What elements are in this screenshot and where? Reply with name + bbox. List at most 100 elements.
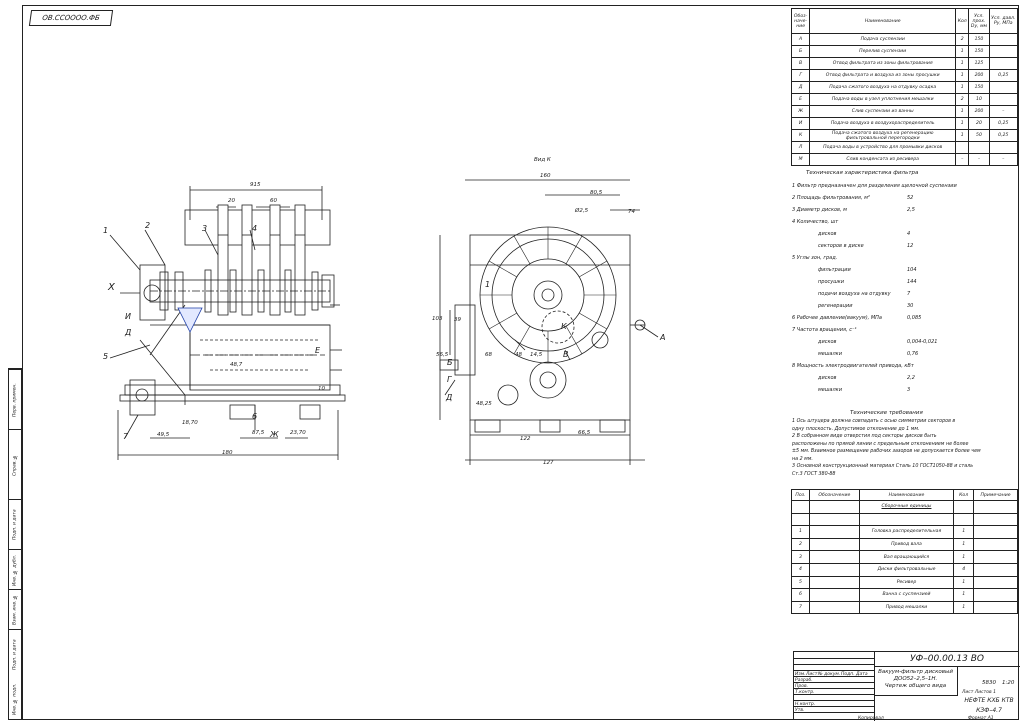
table-cell: А: [790, 33, 811, 46]
table-row: А Подача суспензии 2 150: [790, 33, 1019, 46]
table-row: 3 Вал вращающийся 1: [791, 550, 1018, 564]
column-header: Кол: [953, 489, 975, 501]
table-cell: Отвод фильтрата из зоны фильтрования: [809, 57, 957, 70]
table-row: Сборочные единицы: [791, 500, 1018, 514]
table-cell: Слив конденсата из ресивера: [809, 153, 957, 166]
characteristic-value: 12: [907, 243, 914, 249]
characteristic-label: фильтрации: [818, 267, 851, 273]
table-cell: Подача воздуха в воздухораспределитель: [809, 117, 957, 130]
table-row: Е Подача воды в узел уплотнения мешалки 2 1…: [790, 93, 1019, 106]
table-row: И Подача воздуха в воздухораспределитель 1…: [790, 117, 1019, 130]
table-cell: –: [955, 153, 970, 166]
requirement-line: на 2 мм.: [792, 456, 813, 462]
port-label: Г: [447, 375, 452, 384]
tb-label: Утв.: [795, 708, 805, 713]
dimension-text: Ø2,5: [575, 208, 589, 214]
table-cell: [988, 33, 1019, 46]
table-cell: Л: [790, 141, 811, 154]
top-left-stamp: ОВ.ССОООО.ФБ: [28, 10, 114, 26]
table-cell: 10: [968, 93, 990, 106]
sidebar-cell: Подп. и дата: [9, 629, 21, 680]
tb-label: Пров.: [795, 684, 809, 689]
position-label: 2: [145, 221, 151, 230]
port-label: И: [125, 312, 131, 321]
table-cell: М: [790, 153, 811, 166]
mass-value: 5830: [982, 680, 996, 686]
table-cell: Ж: [790, 105, 811, 118]
port-label: К: [561, 322, 567, 331]
table-cell: [791, 500, 810, 514]
position-label: 5: [103, 352, 109, 361]
characteristic-label: 7 Частота вращения, с⁻¹: [792, 327, 857, 333]
sheet-info: Лист Листов 1: [962, 690, 996, 695]
view-arrow-label: X: [108, 282, 115, 293]
table-cell: 20: [968, 117, 990, 130]
position-label: 3: [202, 224, 208, 233]
side-view-drawing: [439, 179, 659, 465]
table-cell: 2: [955, 93, 970, 106]
table-cell: 0,25: [988, 69, 1019, 82]
table-row: 7 Привод мешалки 1: [791, 600, 1018, 615]
table-cell: 4: [953, 562, 975, 577]
tb-label: Дата: [856, 672, 868, 677]
table-cell: [808, 575, 860, 590]
table-cell: [988, 93, 1019, 106]
characteristic-label: 6 Рабочее давление(вакуум), МПа: [792, 315, 882, 321]
table-row: 1 Головка распределительная 1: [791, 525, 1018, 539]
table-cell: 0,25: [988, 129, 1019, 142]
table-cell: 1: [955, 81, 970, 94]
characteristic-label: дисков: [818, 375, 837, 381]
table-cell: И: [790, 117, 811, 130]
sidebar-cell: Инв. № дубл.: [9, 549, 21, 590]
table-cell: [973, 525, 1018, 539]
tb-label: Н.контр.: [795, 702, 816, 707]
dimension-text: 160: [540, 173, 551, 179]
table-cell: [973, 562, 1018, 577]
copied-by: Копировал: [858, 716, 884, 721]
characteristic-label: 2 Площадь фильтрования, м²: [792, 195, 870, 201]
characteristic-value: 4: [907, 231, 911, 237]
characteristic-label: дисков: [818, 231, 837, 237]
column-header: Обоз-наче-ние: [790, 8, 811, 34]
requirement-line: 3 Основной конструкционный материал Стал…: [792, 464, 974, 469]
sidebar-cell: Инв. № подл.: [12, 683, 18, 715]
parts-table: Поз. Обозначение Наименование Кол Примеч…: [791, 489, 1018, 615]
characteristic-value: 30: [907, 303, 914, 309]
table-cell: 1: [955, 69, 970, 82]
characteristic-value: 0,76: [907, 351, 919, 357]
port-label: Д: [125, 328, 132, 337]
table-cell: 150: [968, 33, 990, 46]
characteristic-label: мешалки: [818, 351, 842, 357]
sidebar-cell: Взам. инв. №: [9, 589, 21, 630]
column-header: Наименование: [809, 8, 957, 34]
column-header: Поз.: [791, 489, 810, 501]
scale-value: 1:20: [1002, 680, 1015, 686]
column-header: Примечание: [973, 489, 1018, 501]
table-header-row: Поз. Обозначение Наименование Кол Примеч…: [791, 489, 1018, 501]
table-cell: 7: [791, 600, 810, 615]
dimension-text: 39: [454, 317, 461, 323]
table-cell: 1: [955, 105, 970, 118]
position-label: 6: [252, 412, 258, 421]
technical-requirements: 1 Ось штуцера должна совпадать с осью си…: [792, 418, 1012, 478]
characteristic-value: 3: [907, 387, 911, 393]
table-cell: Перелив суспензии: [809, 45, 957, 58]
table-cell: 6: [791, 588, 810, 602]
characteristic-label: 8 Мощность электродвигателей привода, кВ…: [792, 363, 914, 369]
connections-table: Обоз-наче-ние Наименование Кол Усл. прох…: [790, 8, 1019, 166]
requirement-line: 2 В собранном виде отверстия под секторы…: [792, 434, 937, 439]
sidebar-columns: Перв. примен. Справ. № Подп. и дата Инв.…: [8, 368, 22, 720]
drawing-sheet: ОВ.ССОООО.ФБ Перв. примен. Справ. № Подп…: [0, 0, 1024, 724]
characteristic-label: секторов в диске: [818, 243, 864, 249]
characteristic-value: 0,004-0,021: [907, 339, 938, 345]
characteristic-value: 0,085: [907, 315, 922, 321]
position-label: 4: [252, 224, 258, 233]
dimension-text: 87,5: [252, 430, 265, 436]
table-cell: Г: [790, 69, 811, 82]
position-label: 1: [103, 226, 109, 235]
table-cell: 150: [968, 81, 990, 94]
dimension-text: 915: [250, 182, 261, 188]
table-cell: 1: [953, 600, 975, 615]
position-label: 1: [485, 280, 491, 289]
table-cell: [973, 588, 1018, 602]
